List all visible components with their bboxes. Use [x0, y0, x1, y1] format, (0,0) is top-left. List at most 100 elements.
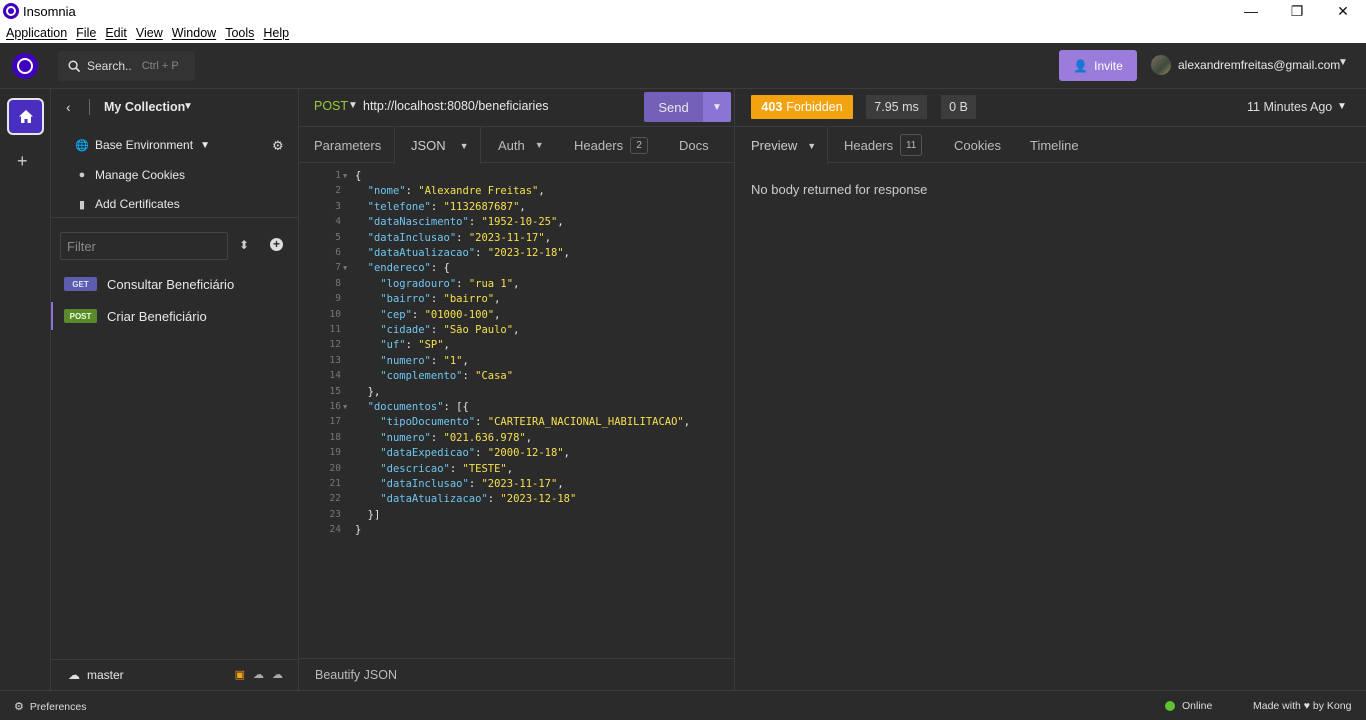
request-item[interactable]: GET Consultar Beneficiário: [51, 270, 299, 298]
line-number: 17: [329, 416, 341, 428]
menu-window[interactable]: Window: [172, 26, 216, 40]
code-text: "dataInclusao": "2023-11-17",: [380, 478, 564, 490]
tab-label: Cookies: [954, 137, 1001, 153]
code-line: 17 "tipoDocumento": "CARTEIRA_NACIONAL_H…: [299, 416, 735, 431]
made-with-link[interactable]: Made with ♥ by Kong: [1253, 700, 1351, 712]
tab-label: Docs: [679, 137, 709, 153]
menu-application[interactable]: Application: [6, 26, 67, 40]
tab-response-headers[interactable]: Headers 11: [844, 127, 923, 163]
add-request-icon[interactable]: +: [270, 238, 283, 251]
code-line: 16 ▼ "documentos": [{: [299, 401, 735, 416]
chevron-down-icon[interactable]: ▼: [348, 100, 358, 111]
send-button[interactable]: Send: [644, 92, 703, 122]
code-text: "complemento": "Casa": [380, 370, 514, 383]
cloud-download-icon[interactable]: ☁: [253, 668, 264, 681]
line-number: 22: [329, 493, 341, 505]
code-line: 11 "cidade": "São Paulo",: [299, 324, 735, 339]
maximize-button[interactable]: ❐: [1274, 0, 1320, 22]
response-history[interactable]: 11 Minutes Ago: [1247, 100, 1332, 114]
code-text: },: [355, 385, 381, 398]
line-number: 5: [335, 231, 341, 243]
user-email[interactable]: alexandremfreitas@gmail.com: [1178, 58, 1340, 72]
url-input[interactable]: http://localhost:8080/beneficiaries: [363, 99, 549, 113]
tab-cookies[interactable]: Cookies: [954, 127, 1001, 163]
code-text: "uf": "SP",: [380, 339, 450, 352]
chevron-down-icon[interactable]: ▼: [183, 101, 193, 112]
line-number: 1: [335, 170, 341, 181]
code-text: "numero": "021.636.978",: [380, 431, 533, 444]
code-text: "cep": "01000-100",: [380, 308, 501, 321]
chevron-down-icon[interactable]: ▼: [1338, 57, 1348, 68]
branch-name[interactable]: master: [87, 668, 124, 682]
tab-docs[interactable]: Docs: [679, 127, 709, 163]
menu-file[interactable]: File: [76, 26, 96, 40]
tab-auth[interactable]: Auth ▼: [498, 127, 544, 163]
tab-parameters[interactable]: Parameters: [314, 127, 381, 163]
code-text: "cidade": "São Paulo",: [380, 324, 520, 336]
sort-icon[interactable]: ⬍: [239, 238, 249, 252]
line-number: 3: [335, 200, 341, 212]
cloud-upload-icon[interactable]: ☁: [272, 668, 283, 681]
search-button[interactable]: Search.. Ctrl + P: [58, 51, 195, 81]
environment-selector[interactable]: 🌐 Base Environment ▼: [75, 138, 210, 152]
gear-icon: ⚙: [14, 701, 24, 713]
json-body-editor[interactable]: 1 ▼{2 "nome": "Alexandre Freitas", 3 "tele…: [299, 170, 735, 658]
online-status: Online: [1165, 700, 1212, 712]
line-number: 2: [335, 185, 341, 197]
tab-preview[interactable]: Preview ▼: [735, 127, 828, 164]
close-window-button[interactable]: ✕: [1320, 0, 1366, 22]
code-line: 9 "bairro": "bairro",: [299, 293, 735, 308]
code-line: 22 "dataAtualizacao": "2023-12-18": [299, 493, 735, 508]
package-icon[interactable]: ▣: [235, 668, 245, 681]
add-certificates-button[interactable]: ▮ Add Certificates: [75, 197, 180, 211]
menu-view[interactable]: View: [136, 26, 163, 40]
code-text: "logradouro": "rua 1",: [380, 277, 520, 290]
tab-label: Headers: [844, 137, 894, 153]
fold-caret-icon[interactable]: ▼: [343, 172, 347, 180]
tab-timeline[interactable]: Timeline: [1030, 127, 1079, 163]
code-line: 3 "telefone": "1132687687",: [299, 201, 735, 216]
chevron-down-icon[interactable]: ▼: [1337, 101, 1347, 112]
divider: [89, 99, 90, 115]
invite-label: Invite: [1094, 58, 1123, 73]
code-text: "dataNascimento": "1952-10-25",: [367, 216, 564, 229]
gear-icon[interactable]: ⚙: [272, 138, 284, 154]
filter-input[interactable]: Filter: [60, 232, 228, 260]
fold-caret-icon[interactable]: ▼: [343, 403, 347, 411]
invite-button[interactable]: 👤 Invite: [1059, 50, 1137, 81]
response-time: 7.95 ms: [866, 95, 927, 119]
menu-help[interactable]: Help: [263, 26, 289, 40]
tab-headers[interactable]: Headers 2: [574, 127, 649, 163]
fold-caret-icon[interactable]: ▼: [343, 264, 347, 272]
send-options-icon[interactable]: ▼: [703, 92, 731, 122]
method-selector[interactable]: POST: [314, 99, 348, 113]
code-text: "tipoDocumento": "CARTEIRA_NACIONAL_HABI…: [380, 416, 691, 429]
request-name: Criar Beneficiário: [107, 308, 207, 324]
git-sync-bar: ☁ master ▣ ☁ ☁: [51, 659, 299, 690]
sidebar: ‹ My Collection ▼ 🌐 Base Environment ▼ ⚙…: [51, 89, 299, 690]
status-badge: 403 Forbidden: [751, 95, 853, 119]
tab-json[interactable]: JSON ▼: [394, 127, 481, 164]
request-item-active[interactable]: POST Criar Beneficiário: [51, 302, 299, 330]
beautify-json-button[interactable]: Beautify JSON: [299, 658, 735, 690]
request-tabs: Parameters JSON ▼ Auth ▼ Headers 2 Docs: [299, 126, 735, 164]
manage-cookies-button[interactable]: ● Manage Cookies: [75, 168, 185, 182]
add-workspace-icon[interactable]: +: [17, 151, 28, 172]
code-line: 4 "dataNascimento": "1952-10-25",: [299, 216, 735, 231]
code-text: "dataExpedicao": "2000-12-18",: [380, 447, 570, 460]
collection-name[interactable]: My Collection: [104, 100, 185, 114]
preferences-button[interactable]: ⚙ Preferences: [14, 700, 87, 714]
code-line: 1 ▼ {: [299, 170, 735, 185]
menu-edit[interactable]: Edit: [105, 26, 127, 40]
workspace-rail: +: [0, 89, 51, 690]
insomnia-logo-icon[interactable]: [12, 53, 38, 79]
avatar[interactable]: [1151, 55, 1171, 75]
home-button[interactable]: [7, 98, 44, 135]
tab-label: Parameters: [314, 137, 382, 153]
line-number: 16: [329, 401, 341, 412]
code-text: }: [355, 524, 362, 537]
minimize-button[interactable]: —: [1228, 0, 1274, 22]
status-bar: ⚙ Preferences Online Made with ♥ by Kong: [0, 690, 1366, 720]
menu-tools[interactable]: Tools: [225, 26, 254, 40]
back-chevron-icon[interactable]: ‹: [66, 99, 71, 115]
